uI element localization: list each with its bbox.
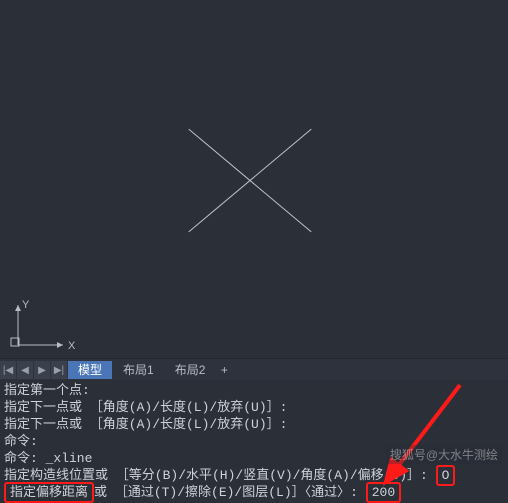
tab-nav-next[interactable]: ▶ — [34, 361, 50, 379]
tab-nav-first[interactable]: |◀ — [0, 361, 16, 379]
ucs-x-label: X — [68, 340, 76, 352]
tab-nav-last[interactable]: ▶| — [51, 361, 67, 379]
tab-nav-prev[interactable]: ◀ — [17, 361, 33, 379]
drawing-canvas[interactable]: X Y — [0, 0, 508, 360]
layout-tab-bar: |◀ ◀ ▶ ▶| 模型 布局1 布局2 + — [0, 358, 508, 382]
cmd-line: 指定下一点或 ［角度(A)/长度(L)/放弃(U)］: — [4, 416, 504, 433]
command-window[interactable]: 指定第一个点: 指定下一点或 ［角度(A)/长度(L)/放弃(U)］: 指定下一… — [0, 380, 508, 500]
ucs-icon: X Y — [8, 300, 78, 350]
tab-add[interactable]: + — [216, 361, 232, 379]
watermark: 搜狐号@大水牛测绘 — [386, 445, 502, 464]
cmd-line: 指定下一点或 ［角度(A)/长度(L)/放弃(U)］: — [4, 399, 504, 416]
cmd-line: 指定第一个点: — [4, 382, 504, 399]
cmd-text: 指定构造线位置或 ［等分(B)/水平(H)/竖直(V)/角度(A)/偏移(O)］… — [4, 468, 428, 483]
tab-model[interactable]: 模型 — [68, 361, 112, 379]
cmd-line: 指定偏移距离或 ［通过(T)/擦除(E)/图层(L)］〈通过〉: 200 — [4, 484, 504, 501]
cmd-text: 或 ［通过(T)/擦除(E)/图层(L)］〈通过〉: — [94, 485, 358, 500]
tab-layout2[interactable]: 布局2 — [165, 361, 216, 379]
highlight-offset-option: O — [436, 465, 456, 486]
tab-layout1[interactable]: 布局1 — [113, 361, 164, 379]
ucs-y-label: Y — [22, 299, 30, 311]
